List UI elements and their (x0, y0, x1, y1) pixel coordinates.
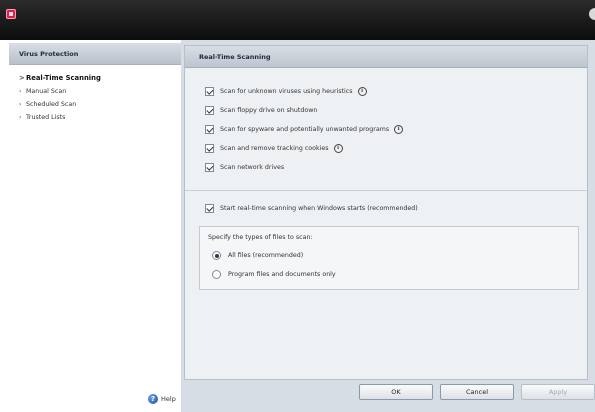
sidebar-item-real-time-scanning[interactable]: >Real-Time Scanning (19, 74, 101, 82)
cancel-button[interactable]: Cancel (440, 384, 514, 400)
close-icon[interactable] (589, 8, 595, 20)
option-label: Scan for spyware and potentially unwante… (220, 126, 390, 133)
checkbox-floppy[interactable] (205, 106, 214, 115)
info-icon[interactable]: i (394, 125, 404, 134)
settings-area: Real-Time Scanning Scan for unknown viru… (181, 40, 595, 412)
radio-program-files[interactable]: Program files and documents only (212, 270, 336, 279)
sidebar-item-label: Scheduled Scan (26, 101, 77, 108)
option-label: Scan for unknown viruses using heuristic… (220, 88, 353, 95)
radio-label: All files (recommended) (228, 252, 304, 259)
info-icon[interactable]: i (357, 87, 367, 96)
app-logo-icon[interactable] (6, 9, 16, 19)
radio-all-files[interactable]: All files (recommended) (212, 251, 303, 260)
option-network-drives[interactable]: Scan network drives (205, 163, 284, 172)
sidebar-item-label: Manual Scan (26, 88, 67, 95)
file-types-label: Specify the types of files to scan: (208, 234, 313, 241)
checkbox-network-drives[interactable] (205, 163, 214, 172)
option-label: Scan floppy drive on shutdown (220, 107, 318, 114)
sidebar-item-trusted-lists[interactable]: › Trusted Lists (19, 114, 65, 121)
sidebar-item-label: Real-Time Scanning (26, 74, 101, 82)
option-label: Scan network drives (220, 164, 285, 171)
window-title-bar (0, 0, 595, 40)
help-link[interactable]: ? Help (148, 394, 176, 404)
sidebar-header: Virus Protection (9, 43, 181, 65)
checkbox-spyware[interactable] (205, 125, 214, 134)
info-icon[interactable]: i (333, 144, 343, 153)
chevron-right-icon: > (19, 74, 25, 82)
option-start-with-windows[interactable]: Start real-time scanning when Windows st… (205, 204, 418, 213)
option-floppy[interactable]: Scan floppy drive on shutdown (205, 106, 317, 115)
sidebar: Virus Protection >Real-Time Scanning › Ma… (9, 40, 182, 412)
radio-label: Program files and documents only (228, 271, 336, 278)
chevron-right-icon: › (19, 101, 22, 108)
checkbox-heuristics[interactable] (205, 87, 214, 96)
sidebar-item-scheduled-scan[interactable]: › Scheduled Scan (19, 101, 76, 108)
help-label: Help (161, 395, 176, 403)
panel-title: Real-Time Scanning (185, 46, 587, 68)
real-time-scanning-panel: Real-Time Scanning Scan for unknown viru… (184, 45, 588, 380)
file-types-group: Specify the types of files to scan: All … (199, 226, 579, 290)
section-divider (185, 190, 587, 191)
checkbox-start-with-windows[interactable] (205, 204, 214, 213)
ok-button[interactable]: OK (359, 384, 433, 400)
checkbox-tracking-cookies[interactable] (205, 144, 214, 153)
option-tracking-cookies[interactable]: Scan and remove tracking cookies i (205, 144, 343, 153)
option-label: Start real-time scanning when Windows st… (220, 205, 418, 212)
help-icon: ? (148, 394, 158, 404)
option-heuristics[interactable]: Scan for unknown viruses using heuristic… (205, 87, 367, 96)
radio-button[interactable] (212, 251, 221, 260)
option-spyware[interactable]: Scan for spyware and potentially unwante… (205, 125, 404, 134)
option-label: Scan and remove tracking cookies (220, 145, 329, 152)
sidebar-item-label: Trusted Lists (26, 114, 66, 121)
apply-button[interactable]: Apply (521, 384, 595, 400)
radio-button[interactable] (212, 270, 221, 279)
chevron-right-icon: › (19, 114, 22, 121)
sidebar-item-manual-scan[interactable]: › Manual Scan (19, 88, 66, 95)
chevron-right-icon: › (19, 88, 22, 95)
